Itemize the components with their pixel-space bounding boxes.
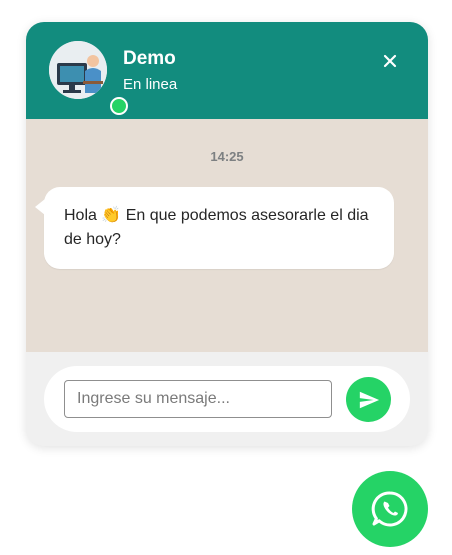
close-icon bbox=[383, 54, 397, 68]
online-indicator bbox=[110, 97, 128, 115]
chat-widget: Demo En linea 14:25 Hola 👏 En que podemo… bbox=[26, 22, 428, 446]
whatsapp-icon bbox=[371, 491, 408, 527]
message-composer bbox=[44, 366, 410, 432]
whatsapp-launcher-button[interactable] bbox=[352, 471, 428, 547]
send-button[interactable] bbox=[346, 377, 391, 422]
avatar-image bbox=[49, 41, 107, 99]
message-bubble: Hola 👏 En que podemos asesorarle el dia … bbox=[35, 187, 394, 269]
send-icon bbox=[359, 391, 380, 409]
message-timestamp: 14:25 bbox=[210, 149, 244, 164]
conversation-area: 14:25 Hola 👏 En que podemos asesorarle e… bbox=[26, 119, 428, 352]
bubble-tail bbox=[35, 199, 45, 215]
message-text: Hola 👏 En que podemos asesorarle el dia … bbox=[64, 207, 369, 248]
chat-header: Demo En linea bbox=[26, 22, 428, 119]
contact-status: En linea bbox=[123, 76, 178, 93]
close-button[interactable] bbox=[378, 49, 402, 73]
message-input[interactable] bbox=[64, 380, 332, 418]
chat-footer bbox=[26, 352, 428, 446]
contact-name: Demo bbox=[123, 48, 176, 69]
avatar bbox=[49, 41, 128, 115]
